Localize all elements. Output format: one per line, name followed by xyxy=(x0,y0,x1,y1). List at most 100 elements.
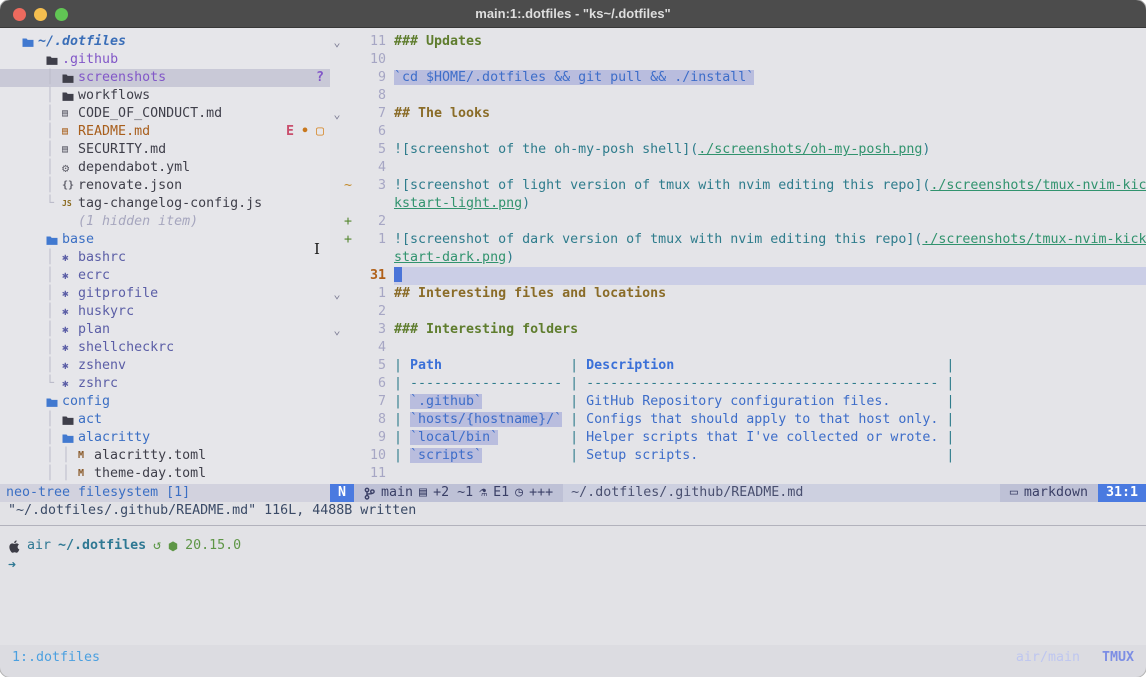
tree-item[interactable]: │ │ Malacritty.toml xyxy=(0,447,330,465)
fold-marker[interactable]: ⌄ xyxy=(330,33,344,51)
tree-item[interactable]: │ {}renovate.json xyxy=(0,177,330,195)
tmux-statusbar: 1:.dotfiles air/main TMUX xyxy=(0,645,1146,677)
star-file-icon: ✱ xyxy=(62,285,69,303)
editor-line[interactable]: kstart-light.png) xyxy=(330,195,1146,213)
editor-line[interactable]: 7| `.github` | GitHub Repository configu… xyxy=(330,393,1146,411)
close-button[interactable] xyxy=(13,8,26,21)
tree-item-label: .github xyxy=(62,51,118,69)
tree-item[interactable]: │ screenshots? xyxy=(0,69,330,87)
tree-item[interactable]: │ │ Mtheme-day.toml xyxy=(0,465,330,483)
gitsign xyxy=(344,285,358,303)
tree-item[interactable]: │ ⚙dependabot.yml xyxy=(0,159,330,177)
pending-icon: ◷ xyxy=(515,484,523,502)
line-number: 9 xyxy=(358,429,386,447)
fold-marker[interactable]: ⌄ xyxy=(330,105,344,123)
fold-marker[interactable]: ⌄ xyxy=(330,285,344,303)
braces-icon: {} xyxy=(62,177,74,195)
editor-line[interactable]: ~3![screenshot of light version of tmux … xyxy=(330,177,1146,195)
gitsign xyxy=(344,87,358,105)
editor-line[interactable]: ⌄7## The looks xyxy=(330,105,1146,123)
shell-prompt: air ~/.dotfiles ↺ 20.15.0 xyxy=(8,537,1146,555)
editor-line[interactable]: +1![screenshot of dark version of tmux w… xyxy=(330,231,1146,249)
tree-item[interactable]: config xyxy=(0,393,330,411)
tree-item-label: zshenv xyxy=(78,357,126,375)
tree-guides xyxy=(22,51,46,69)
editor-line[interactable]: start-dark.png) xyxy=(330,249,1146,267)
tree-item-badge: ? xyxy=(316,69,324,87)
editor-line[interactable]: 10 xyxy=(330,51,1146,69)
editor-line[interactable]: 6| ------------------- | ---------------… xyxy=(330,375,1146,393)
gitsign xyxy=(344,447,358,465)
editor-line[interactable]: 6 xyxy=(330,123,1146,141)
tree-item[interactable]: │ ✱zshenv xyxy=(0,357,330,375)
editor-line[interactable]: 4 xyxy=(330,339,1146,357)
tree-item[interactable]: base xyxy=(0,231,330,249)
tree-item[interactable]: │ ✱shellcheckrc xyxy=(0,339,330,357)
gitsign xyxy=(344,303,358,321)
tree-item[interactable]: │ ✱gitprofile xyxy=(0,285,330,303)
editor-line[interactable]: 8 xyxy=(330,87,1146,105)
editor-line[interactable]: ⌄11### Updates xyxy=(330,33,1146,51)
tree-item[interactable]: └ JStag-changelog-config.js xyxy=(0,195,330,213)
tmux-window-tab[interactable]: 1:.dotfiles xyxy=(12,650,100,665)
tree-item-label: (1 hidden item) xyxy=(78,213,198,231)
tree-item[interactable]: │ ✱bashrc xyxy=(0,249,330,267)
editor-line[interactable]: ⌄3### Interesting folders xyxy=(330,321,1146,339)
shell-pane[interactable]: air ~/.dotfiles ↺ 20.15.0 ➜ xyxy=(0,520,1146,645)
statusline-filepath: ~/.dotfiles/.github/README.md xyxy=(563,484,1000,502)
editor-line[interactable]: 5| Path | Description | xyxy=(330,357,1146,375)
tree-item[interactable]: │ ✱huskyrc xyxy=(0,303,330,321)
tree-item[interactable]: │ ▤README.mdE•▢ xyxy=(0,123,330,141)
editor-current-line[interactable]: 31 xyxy=(330,267,1146,285)
line-number: 6 xyxy=(358,375,386,393)
gear-icon: ⚙ xyxy=(62,159,69,177)
editor-line[interactable]: 9| `local/bin` | Helper scripts that I'v… xyxy=(330,429,1146,447)
tree-item[interactable]: │ ✱ecrc xyxy=(0,267,330,285)
line-text xyxy=(394,213,1146,231)
line-text: | `scripts` | Setup scripts. | xyxy=(394,447,1146,465)
tree-item[interactable]: ~/.dotfiles xyxy=(0,33,330,51)
tree-item[interactable]: │ ✱plan xyxy=(0,321,330,339)
editor-pane[interactable]: ⌄11### Updates109`cd $HOME/.dotfiles && … xyxy=(330,28,1146,484)
editor-line[interactable]: ⌄1## Interesting files and locations xyxy=(330,285,1146,303)
tree-item[interactable]: └ ✱zshrc xyxy=(0,375,330,393)
tree-guides: │ xyxy=(22,249,62,267)
tree-item[interactable]: │ alacritty xyxy=(0,429,330,447)
editor-line[interactable]: 5![screenshot of the oh-my-posh shell](.… xyxy=(330,141,1146,159)
tree-guides: │ xyxy=(22,87,62,105)
fold-marker xyxy=(330,177,344,195)
tree-item[interactable]: (1 hidden item) xyxy=(0,213,330,231)
tree-item[interactable]: │ act xyxy=(0,411,330,429)
fold-marker[interactable]: ⌄ xyxy=(330,321,344,339)
line-text: ## Interesting files and locations xyxy=(394,285,1146,303)
folder-icon xyxy=(62,415,74,426)
editor-line[interactable]: 11 xyxy=(330,465,1146,483)
line-number: 7 xyxy=(358,393,386,411)
editor-line[interactable]: 2 xyxy=(330,303,1146,321)
line-number: 6 xyxy=(358,123,386,141)
editor-line[interactable]: 4 xyxy=(330,159,1146,177)
editor-line[interactable]: 8| `hosts/{hostname}/` | Configs that sh… xyxy=(330,411,1146,429)
tree-item[interactable]: │ workflows xyxy=(0,87,330,105)
diagnostics-icon: ⚗ xyxy=(479,484,487,502)
tree-item[interactable]: │ ▤CODE_OF_CONDUCT.md xyxy=(0,105,330,123)
gitsign xyxy=(344,321,358,339)
js-icon: JS xyxy=(62,195,72,213)
fold-marker xyxy=(330,375,344,393)
minimize-button[interactable] xyxy=(34,8,47,21)
tree-guides: │ xyxy=(22,105,62,123)
tree-item[interactable]: .github xyxy=(0,51,330,69)
tree-guides xyxy=(22,393,46,411)
editor-line[interactable]: 9`cd $HOME/.dotfiles && git pull && ./in… xyxy=(330,69,1146,87)
tree-item[interactable]: │ ▤SECURITY.md xyxy=(0,141,330,159)
prompt-arrow[interactable]: ➜ xyxy=(8,557,1146,575)
star-file-icon: ✱ xyxy=(62,267,69,285)
editor-line[interactable]: +2 xyxy=(330,213,1146,231)
zoom-button[interactable] xyxy=(55,8,68,21)
gitsign: + xyxy=(344,231,358,249)
editor-line[interactable]: 10| `scripts` | Setup scripts. | xyxy=(330,447,1146,465)
line-text: kstart-light.png) xyxy=(394,195,1146,213)
tree-item-label: ecrc xyxy=(78,267,110,285)
line-text: ### Interesting folders xyxy=(394,321,1146,339)
tree-item-label: huskyrc xyxy=(78,303,134,321)
